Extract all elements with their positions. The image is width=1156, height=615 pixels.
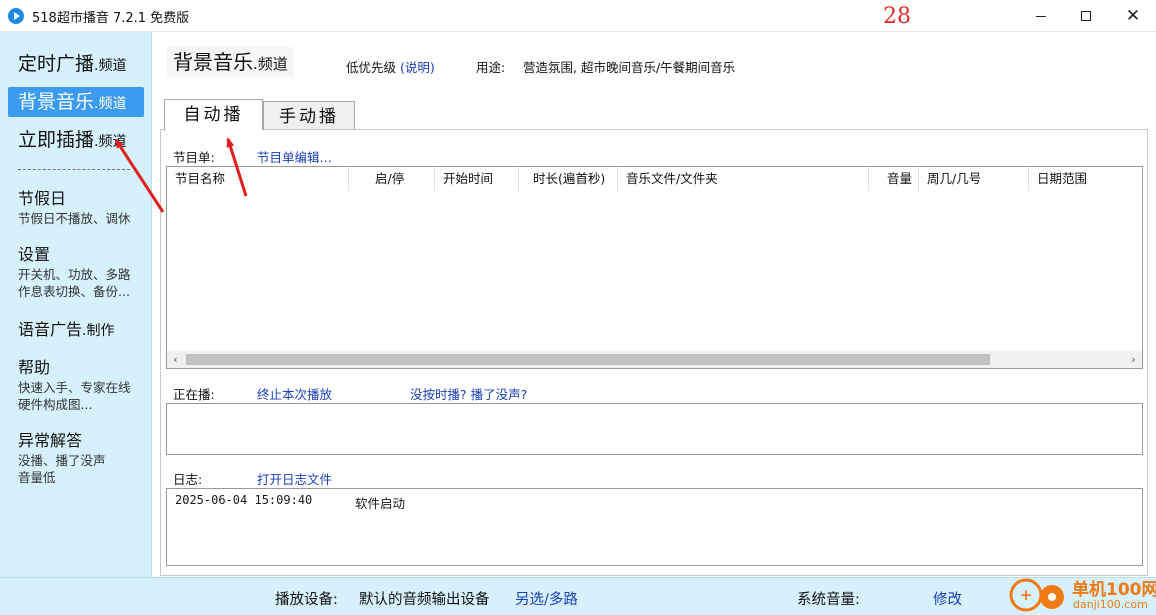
svg-text:+: + <box>1020 586 1033 604</box>
sidebar-section-troubleshooting[interactable]: 异常解答 没播、播了没声 音量低 <box>18 430 146 486</box>
section-desc: 作息表切换、备份... <box>18 284 130 299</box>
maximize-icon <box>1081 11 1091 21</box>
sidebar-section-voice-ads[interactable]: 语音广告.制作 <box>18 319 146 342</box>
program-edit-link[interactable]: 节目单编辑… <box>257 147 332 166</box>
column-header-date-range[interactable]: 日期范围 <box>1029 167 1142 191</box>
watermark-logo-icon: + <box>1009 578 1064 612</box>
page-title: 背景音乐.频道 <box>167 47 294 77</box>
scrollbar-thumb[interactable] <box>186 354 990 365</box>
section-desc: 没播、播了没声 <box>18 453 106 468</box>
sidebar-item-suffix: .频道 <box>94 58 127 74</box>
sidebar-item-label: 立即插播 <box>18 129 95 151</box>
maximize-button[interactable] <box>1063 0 1109 32</box>
close-button[interactable]: ✕ <box>1110 0 1156 32</box>
sidebar-item-scheduled-broadcast[interactable]: 定时广播.频道 <box>8 49 144 79</box>
usage-value: 营造氛围, 超市晚间音乐/午餐期间音乐 <box>523 60 736 75</box>
section-desc: 节假日不播放、调休 <box>18 211 131 226</box>
column-header-start-time[interactable]: 开始时间 <box>435 167 519 191</box>
sidebar-section-settings[interactable]: 设置 开关机、功放、多路 作息表切换、备份... <box>18 244 146 300</box>
horizontal-scrollbar[interactable]: ‹ › <box>167 351 1142 368</box>
tab-auto-play[interactable]: 自动播 <box>164 99 263 131</box>
column-header-weekday[interactable]: 周几/几号 <box>919 167 1029 191</box>
title-bar: 518超市播音 7.2.1 免费版 ✕ <box>0 0 1156 32</box>
now-playing-label: 正在播: <box>173 387 215 402</box>
window-title: 518超市播音 7.2.1 免费版 <box>32 11 190 26</box>
column-header-enable[interactable]: 启/停 <box>349 167 435 191</box>
sidebar-section-help[interactable]: 帮助 快速入手、专家在线 硬件构成图... <box>18 357 146 413</box>
column-header-volume[interactable]: 音量 <box>869 167 919 191</box>
minimize-button[interactable] <box>1018 0 1064 32</box>
sidebar-item-label: 定时广播 <box>18 53 95 75</box>
section-title: 设置 <box>18 245 51 264</box>
app-play-icon <box>8 8 24 24</box>
section-desc: 开关机、功放、多路 <box>18 267 131 282</box>
section-title: 语音广告 <box>18 320 83 339</box>
column-header-name[interactable]: 节目名称 <box>167 167 349 191</box>
chevron-right-icon[interactable]: › <box>1125 351 1142 368</box>
now-playing-box <box>166 403 1143 455</box>
tab-manual-play[interactable]: 手动播 <box>263 101 355 131</box>
log-entry-message: 软件启动 <box>355 496 406 511</box>
system-volume-value: 28 <box>883 4 911 29</box>
section-title: 节假日 <box>18 189 67 208</box>
device-label: 播放设备: <box>275 592 338 608</box>
section-desc: 硬件构成图... <box>18 397 93 412</box>
minimize-icon <box>1036 15 1046 17</box>
log-entry-time: 2025-06-04 15:09:40 <box>175 493 313 507</box>
sidebar: 定时广播.频道 背景音乐.频道 立即插播.频道 节假日 节假日不播放、调休 设置… <box>0 32 152 577</box>
sidebar-section-holidays[interactable]: 节假日 节假日不播放、调休 <box>18 188 146 227</box>
sidebar-item-instant-insert[interactable]: 立即插播.频道 <box>8 125 144 155</box>
page-title-text: 背景音乐 <box>173 50 253 74</box>
open-log-file-link[interactable]: 打开日志文件 <box>257 469 332 488</box>
modify-volume-link[interactable]: 修改 <box>933 588 962 609</box>
sidebar-item-label: 背景音乐 <box>18 91 95 113</box>
section-title-suffix: .制作 <box>82 323 115 339</box>
system-volume-label: 系统音量: <box>797 592 860 608</box>
log-label: 日志: <box>173 472 203 487</box>
close-icon: ✕ <box>1125 5 1141 26</box>
sidebar-divider <box>18 169 130 170</box>
status-bar: 播放设备: 默认的音频输出设备 另选/多路 系统音量: 修改 <box>0 577 1156 615</box>
program-list-label: 节目单: <box>173 150 215 165</box>
section-desc: 快速入手、专家在线 <box>18 380 131 395</box>
priority-explain-link[interactable]: (说明) <box>400 60 435 75</box>
choose-device-link[interactable]: 另选/多路 <box>515 588 578 609</box>
sidebar-item-suffix: .频道 <box>94 96 127 112</box>
usage-label: 用途: <box>476 60 506 75</box>
priority-text: 低优先级 <box>346 60 397 75</box>
watermark-url: danji100.com <box>1073 598 1148 611</box>
priority-info: 低优先级 (说明) <box>346 57 435 76</box>
section-title: 异常解答 <box>18 431 83 450</box>
playback-help-link[interactable]: 没按时播? 播了没声? <box>410 384 527 403</box>
column-header-duration[interactable]: 时长(遍首秒) <box>519 167 618 191</box>
log-box[interactable]: 2025-06-04 15:09:40 软件启动 <box>166 488 1143 566</box>
section-title: 帮助 <box>18 358 51 377</box>
device-value: 默认的音频输出设备 <box>359 592 490 608</box>
stop-playback-link[interactable]: 终止本次播放 <box>257 384 332 403</box>
chevron-left-icon[interactable]: ‹ <box>167 351 184 368</box>
page-title-suffix: .频道 <box>253 55 288 73</box>
sidebar-item-suffix: .频道 <box>94 134 127 150</box>
program-table[interactable]: 节目名称 启/停 开始时间 时长(遍首秒) 音乐文件/文件夹 音量 周几/几号 … <box>166 166 1143 369</box>
column-header-file[interactable]: 音乐文件/文件夹 <box>618 167 869 191</box>
sidebar-item-background-music[interactable]: 背景音乐.频道 <box>8 87 144 117</box>
watermark-site-name: 单机100网 <box>1072 580 1156 600</box>
section-desc: 音量低 <box>18 470 56 485</box>
